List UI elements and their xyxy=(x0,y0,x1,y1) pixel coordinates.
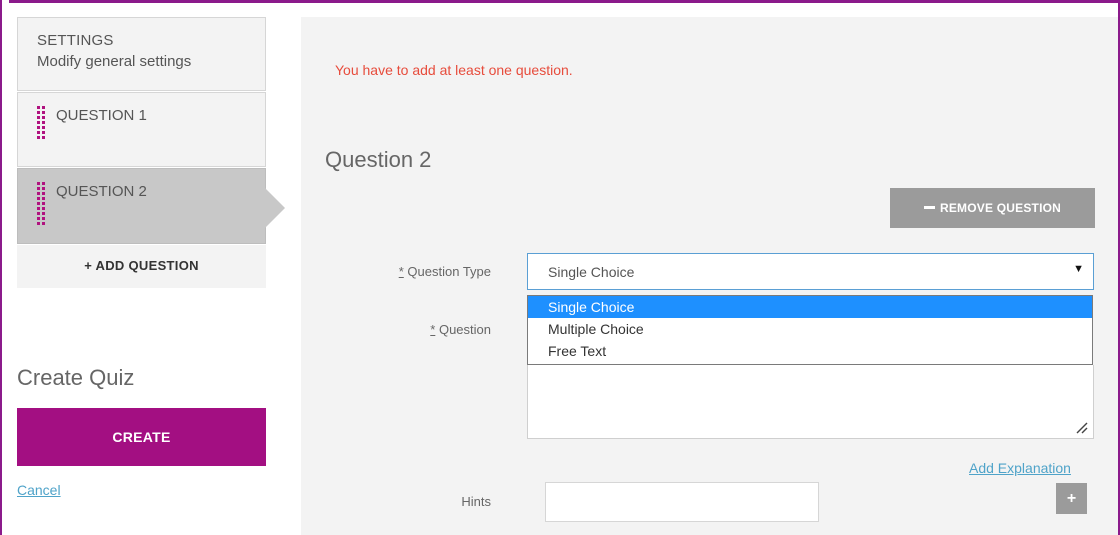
sidebar-question-label: QUESTION 2 xyxy=(56,183,147,200)
window-frame-top xyxy=(0,0,1120,3)
add-explanation-link[interactable]: Add Explanation xyxy=(969,460,1071,476)
caret-down-icon: ▼ xyxy=(1073,263,1084,275)
sidebar-settings-title: SETTINGS xyxy=(37,32,114,49)
active-indicator-arrow xyxy=(265,188,285,228)
sidebar-settings-subtitle: Modify general settings xyxy=(37,53,192,70)
drag-handle-icon[interactable] xyxy=(37,182,45,225)
remove-question-button[interactable]: REMOVE QUESTION xyxy=(890,188,1095,228)
cancel-link[interactable]: Cancel xyxy=(17,482,61,498)
hints-label: Hints xyxy=(461,494,491,509)
question-type-select[interactable]: Single Choice ▼ xyxy=(527,253,1094,290)
sidebar-item-settings[interactable]: SETTINGS Modify general settings xyxy=(17,17,266,91)
dropdown-option-multiple-choice[interactable]: Multiple Choice xyxy=(528,318,1092,340)
question-type-value: Single Choice xyxy=(548,264,635,280)
question-label: * Question xyxy=(376,322,491,337)
question-type-dropdown: Single Choice Multiple Choice Free Text xyxy=(527,295,1093,365)
remove-question-label: REMOVE QUESTION xyxy=(939,201,1061,215)
add-hint-button[interactable]: + xyxy=(1056,483,1087,514)
sidebar-question-label: QUESTION 1 xyxy=(56,107,147,124)
error-message: You have to add at least one question. xyxy=(335,62,573,78)
question-heading: Question 2 xyxy=(325,147,432,172)
question-textarea[interactable] xyxy=(527,365,1094,439)
sidebar: SETTINGS Modify general settings QUESTIO… xyxy=(17,17,285,288)
sidebar-item-question-1[interactable]: QUESTION 1 xyxy=(17,92,266,167)
dropdown-option-free-text[interactable]: Free Text xyxy=(528,340,1092,362)
create-quiz-title: Create Quiz xyxy=(17,365,135,390)
required-mark: * xyxy=(398,264,404,279)
hints-input[interactable] xyxy=(545,482,819,522)
add-question-button[interactable]: + ADD QUESTION xyxy=(17,245,266,288)
question-editor-panel: You have to add at least one question. Q… xyxy=(301,17,1118,535)
question-label-text: Question xyxy=(438,322,491,337)
question-type-label: * Question Type xyxy=(376,264,491,279)
required-mark: * xyxy=(430,322,436,337)
minus-icon xyxy=(923,206,935,210)
drag-handle-icon[interactable] xyxy=(37,106,45,139)
window-frame-left xyxy=(0,0,9,535)
question-type-label-text: Question Type xyxy=(407,264,491,279)
dropdown-option-single-choice[interactable]: Single Choice xyxy=(528,296,1092,318)
sidebar-item-question-2[interactable]: QUESTION 2 xyxy=(17,168,285,244)
create-button[interactable]: CREATE xyxy=(17,408,266,466)
resize-grip-icon[interactable] xyxy=(1076,422,1088,434)
